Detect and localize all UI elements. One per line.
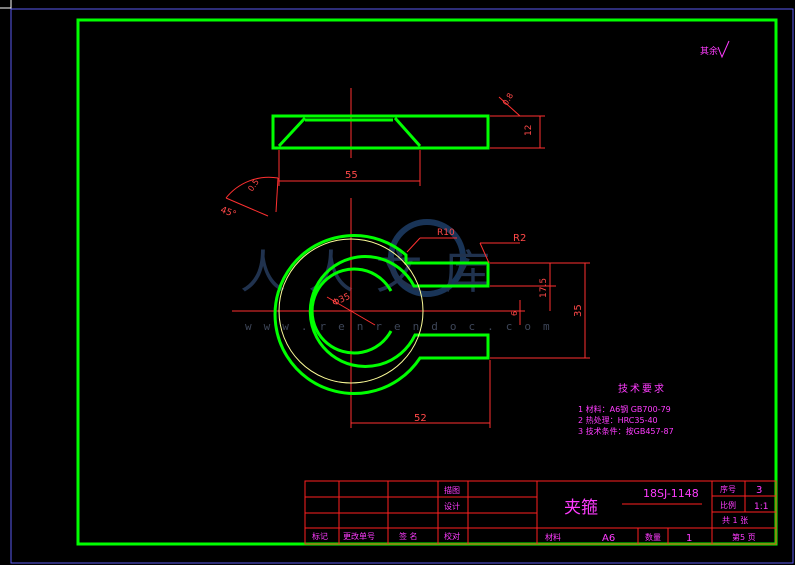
tb-material-value: A6 bbox=[602, 533, 615, 544]
title-block-text: 描图 设计 校对 标记 更改单号 签 名 夹箍 18SJ-1148 材料 A6 … bbox=[312, 484, 768, 544]
tech-req-item-2: 2 热处理：HRC35-40 bbox=[578, 415, 658, 425]
tb-seq-value: 3 bbox=[756, 485, 762, 496]
tb-part-name: 夹箍 bbox=[564, 498, 598, 518]
tech-req-item-1: 1 材料：A6钢 GB700-79 bbox=[578, 404, 671, 414]
roughness-symbol-icon bbox=[717, 40, 730, 59]
dim-angle-chamfer: 0.5 bbox=[246, 178, 261, 194]
roughness-label: 其余 bbox=[700, 45, 718, 57]
tb-qty-label: 数量 bbox=[645, 532, 661, 542]
tb-sign-label: 签 名 bbox=[399, 531, 418, 541]
tb-change-doc-label: 更改单号 bbox=[343, 531, 375, 541]
tb-drawing-no: 18SJ-1148 bbox=[643, 487, 699, 500]
dim-r10: R10 bbox=[437, 228, 455, 238]
tb-sheet-text: 共 1 张 bbox=[722, 516, 748, 525]
tb-check-label: 校对 bbox=[444, 531, 460, 541]
dim-52: 52 bbox=[414, 413, 427, 424]
tech-req-item-3: 3 技术条件：按GB457-87 bbox=[578, 426, 674, 436]
top-view-chamfer-right bbox=[393, 117, 422, 147]
dim-chamfer: 0.8 bbox=[501, 91, 515, 107]
title-block bbox=[304, 480, 777, 545]
corner-mark bbox=[0, 0, 12, 9]
watermark-brand: 人人文库 bbox=[240, 245, 512, 299]
cad-drawing-canvas: 人人文库 www.renrendoc.com 其余 55 12 0.8 0.5 … bbox=[0, 0, 794, 564]
dim-35: 35 bbox=[573, 304, 584, 317]
tb-scale-value: 1:1 bbox=[754, 502, 768, 512]
top-view-chamfer-left bbox=[277, 116, 307, 148]
tb-drawn-label: 描图 bbox=[444, 485, 460, 495]
dim-r2: R2 bbox=[513, 233, 526, 244]
tb-mark-label: 标记 bbox=[312, 531, 328, 541]
tb-page-text: 第5 页 bbox=[732, 532, 756, 542]
dim-6: 6 bbox=[510, 311, 519, 316]
dim-17-5: 17.5 bbox=[539, 278, 549, 298]
tb-scale-label: 比例 bbox=[720, 500, 736, 510]
watermark-url: www.renrendoc.com bbox=[245, 320, 562, 333]
dim-width-55: 55 bbox=[345, 170, 358, 181]
tb-seq-label: 序号 bbox=[720, 484, 736, 494]
tech-req-title: 技术要求 bbox=[618, 382, 666, 395]
tb-qty-value: 1 bbox=[686, 533, 692, 544]
top-view-section bbox=[271, 114, 490, 150]
tb-material-label: 材料 bbox=[545, 532, 561, 542]
tb-design-label: 设计 bbox=[444, 501, 460, 511]
dim-angle-45: 45° bbox=[219, 205, 237, 220]
dim-height-12: 12 bbox=[524, 125, 534, 136]
